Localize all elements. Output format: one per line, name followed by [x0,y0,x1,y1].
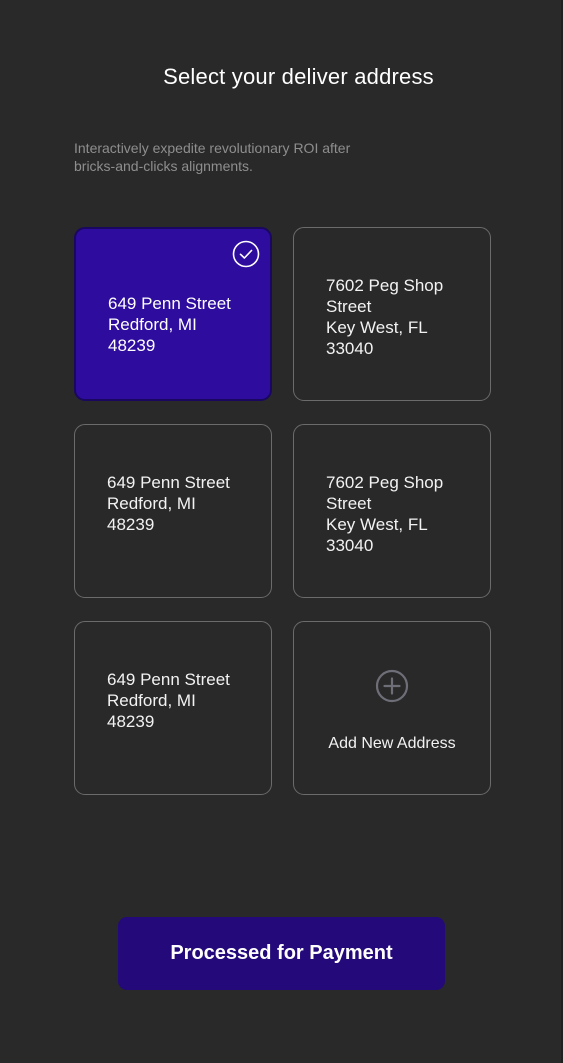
add-address-card[interactable]: Add New Address [293,621,491,795]
address-line: 33040 [326,339,374,358]
address-text: 7602 Peg Shop Street Key West, FL 33040 [326,275,476,359]
address-line: 649 Penn Street [108,294,231,313]
address-card[interactable]: 649 Penn Street Redford, MI 48239 [74,621,272,795]
address-line: Redford, MI [107,691,196,710]
add-address-label: Add New Address [328,735,456,752]
address-card-selected[interactable]: 649 Penn Street Redford, MI 48239 [74,227,272,401]
address-text: 649 Penn Street Redford, MI 48239 [108,293,258,356]
address-line: Key West, FL [326,515,428,534]
address-line: 7602 Peg Shop [326,276,444,295]
address-text: 7602 Peg Shop Street Key West, FL 33040 [326,472,476,556]
address-line: 48239 [108,336,156,355]
address-line: Redford, MI [108,315,197,334]
address-line: 649 Penn Street [107,473,230,492]
check-circle-icon [232,240,260,268]
address-line: 649 Penn Street [107,670,230,689]
address-line: Redford, MI [107,494,196,513]
page-title: Select your deliver address [163,64,434,89]
address-line: 33040 [326,536,374,555]
plus-circle-icon [375,669,409,703]
address-line: 7602 Peg Shop [326,473,444,492]
address-card[interactable]: 7602 Peg Shop Street Key West, FL 33040 [293,227,491,401]
page-subtitle: Interactively expedite revolutionary ROI… [74,140,351,174]
address-line: Street [326,297,372,316]
address-text: 649 Penn Street Redford, MI 48239 [107,472,257,535]
address-text: 649 Penn Street Redford, MI 48239 [107,669,257,732]
address-card[interactable]: 7602 Peg Shop Street Key West, FL 33040 [293,424,491,598]
address-line: 48239 [107,515,155,534]
address-line: Key West, FL [326,318,428,337]
address-line: 48239 [107,712,155,731]
address-grid: 649 Penn Street Redford, MI 48239 7602 P… [74,227,491,795]
address-line: Street [326,494,372,513]
address-card[interactable]: 649 Penn Street Redford, MI 48239 [74,424,272,598]
proceed-to-payment-button[interactable]: Processed for Payment [118,917,445,990]
